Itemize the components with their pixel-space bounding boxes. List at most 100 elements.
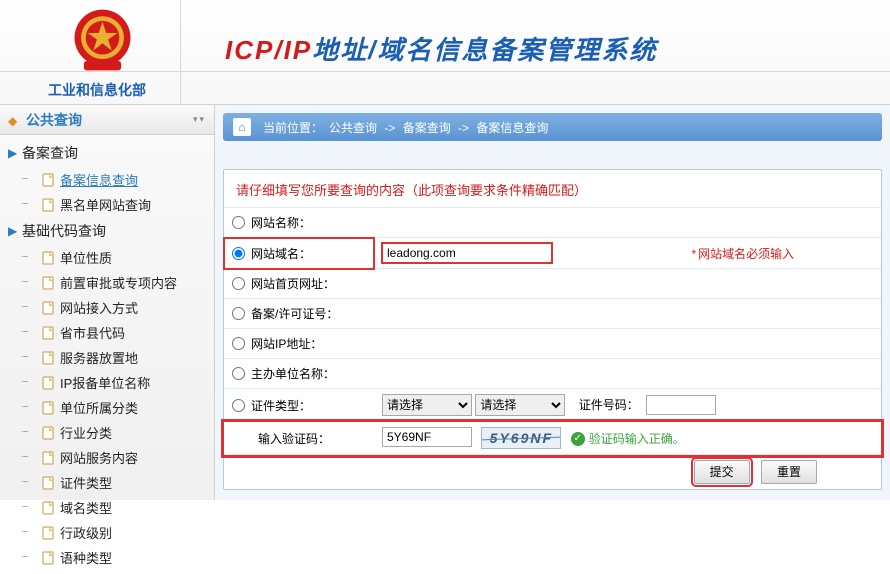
radio-sponsor[interactable] [232,367,245,380]
tree-connector-icon: ┈ [22,452,42,463]
breadcrumb-separator: -> [455,121,473,135]
nav-item[interactable]: ┈行政级别 [0,520,214,545]
nav-item[interactable]: ┈ 行业分类 [0,420,214,445]
label-cert-type: 证件类型： [251,399,311,413]
nav-item[interactable]: ┈ 省市县代码 [0,320,214,345]
row-sponsor: 主办单位名称： [224,359,881,389]
page-icon [42,276,56,290]
nav-item-label: 证件类型 [60,473,112,492]
tree-connector-icon: ┈ [22,552,42,563]
tree-connector-icon: ┈ [22,252,42,263]
row-site-name: 网站名称： [224,208,881,238]
page-icon [42,198,56,212]
nav-item-label: 行业分类 [60,423,112,442]
label-cert-no: 证件号码： [579,398,639,412]
nav-item[interactable]: ┈ 网站服务内容 [0,445,214,470]
label-site-ip: 网站IP地址： [251,337,322,351]
sidebar-section-title: 公共查询 [26,110,193,130]
row-buttons: 提交 重置 [224,455,881,490]
radio-site-ip[interactable] [232,337,245,350]
nav-item-label: 前置审批或专项内容 [60,273,177,292]
nav-item-label: 备案信息查询 [60,170,138,189]
tree-connector-icon: ┈ [22,377,42,388]
input-cert-no[interactable] [646,395,716,415]
breadcrumb: ⌂ 当前位置： 公共查询 -> 备案查询 -> 备案信息查询 [223,113,882,141]
nav-item[interactable]: ┈ 服务器放置地 [0,345,214,370]
tree-connector-icon: ┈ [22,402,42,413]
nav-item[interactable]: ┈ 证件类型 [0,470,214,495]
national-emblem-icon [55,5,150,75]
nav-item-label: 省市县代码 [60,323,125,342]
nav-item-label: 网站接入方式 [60,298,138,317]
row-record-license: 备案/许可证号： [224,299,881,329]
tree-connector-icon: ┈ [22,502,42,513]
tree-connector-icon: ┈ [22,199,42,210]
nav-item-label: 服务器放置地 [60,348,138,367]
page-icon [42,173,56,187]
page-icon [42,351,56,365]
nav-group-label: 基础代码查询 [22,221,106,241]
breadcrumb-prefix: 当前位置： [263,119,323,136]
tree-connector-icon: ┈ [22,327,42,338]
nav-item-label: 网站服务内容 [60,448,138,467]
sidebar: ◆ 公共查询 ▾▾ ▶备案查询┈备案信息查询┈黑名单网站查询▶基础代码查询┈单位… [0,105,215,500]
nav-item[interactable]: ┈ 网站接入方式 [0,295,214,320]
arrow-icon: ▶ [8,224,22,238]
hint-site-domain: *网站域名必须输入 [684,238,882,269]
nav-item-label: 黑名单网站查询 [60,195,151,214]
submit-button[interactable]: 提交 [694,460,750,484]
check-icon: ✓ [571,432,585,446]
nav-item[interactable]: ┈IP报备单位名称 [0,370,214,395]
tree-connector-icon: ┈ [22,427,42,438]
radio-record-license[interactable] [232,307,245,320]
nav-item[interactable]: ┈前置审批或专项内容 [0,270,214,295]
page-icon [42,551,56,565]
row-cert-type: 证件类型： 请选择 请选择 证件号码： [224,389,881,422]
page-icon [42,251,56,265]
breadcrumb-item[interactable]: 备案查询 [403,121,451,135]
nav-item[interactable]: ┈ 黑名单网站查询 [0,192,214,217]
nav-group-label: 备案查询 [22,143,78,163]
page-icon [42,326,56,340]
page-icon [42,376,56,390]
captcha-image[interactable]: 5Y69NF [481,427,561,449]
nav-group-header[interactable]: ▶备案查询 [0,139,214,167]
nav-item-label: 语种类型 [60,548,112,567]
nav-item-label: 单位性质 [60,248,112,267]
breadcrumb-item[interactable]: 公共查询 [329,121,377,135]
tree-connector-icon: ┈ [22,477,42,488]
page-icon [42,501,56,515]
reset-button[interactable]: 重置 [761,460,817,484]
page-icon [42,301,56,315]
row-site-ip: 网站IP地址： [224,329,881,359]
breadcrumb-item: 备案信息查询 [476,121,548,135]
select-cert-type-1[interactable]: 请选择 [382,394,472,416]
radio-site-homepage[interactable] [232,277,245,290]
tree-connector-icon: ┈ [22,352,42,363]
input-site-domain[interactable] [382,243,552,263]
page-icon [42,401,56,415]
nav-item[interactable]: ┈ 语种类型 [0,545,214,570]
radio-site-domain[interactable] [232,247,245,260]
bullet-icon: ◆ [8,114,20,126]
home-icon[interactable]: ⌂ [233,118,251,136]
row-site-domain: 网站域名： *网站域名必须输入 [224,238,881,269]
nav-item-label: 域名类型 [60,498,112,517]
label-site-name: 网站名称： [251,216,311,230]
nav-group-header[interactable]: ▶基础代码查询 [0,217,214,245]
nav-item[interactable]: ┈ 备案信息查询 [0,167,214,192]
input-captcha[interactable] [382,427,472,447]
row-captcha: 输入验证码： 5Y69NF ✓ 验证码输入正确。 [224,422,881,455]
sidebar-section-header[interactable]: ◆ 公共查询 ▾▾ [0,105,214,135]
row-site-homepage: 网站首页网址： [224,269,881,299]
select-cert-type-2[interactable]: 请选择 [475,394,565,416]
radio-cert-type[interactable] [232,399,245,412]
nav-item[interactable]: ┈单位所属分类 [0,395,214,420]
nav-item[interactable]: ┈ 单位性质 [0,245,214,270]
label-captcha: 输入验证码： [258,432,330,446]
tree-connector-icon: ┈ [22,302,42,313]
nav-item[interactable]: ┈ 域名类型 [0,495,214,520]
tree-connector-icon: ┈ [22,174,42,185]
radio-site-name[interactable] [232,216,245,229]
query-panel: 请仔细填写您所要查询的内容（此项查询要求条件精确匹配） 网站名称： 网站域名： … [223,169,882,490]
